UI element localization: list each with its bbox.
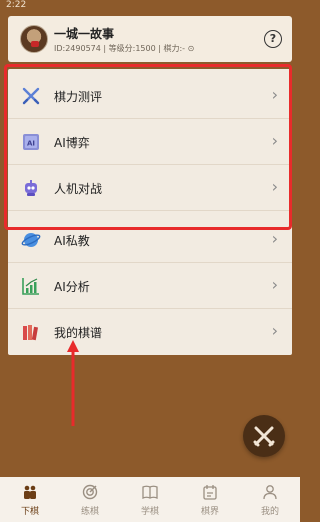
menu-item-label: AI私教	[54, 234, 90, 248]
bottom-tab-bar: 下棋 练棋 学棋 棋界 我的	[0, 477, 300, 522]
chevron-right-icon: ›	[271, 177, 278, 196]
tab-label: 棋界	[200, 507, 219, 517]
target-icon	[82, 484, 98, 500]
chevron-right-icon: ›	[271, 85, 278, 104]
tab-label: 练棋	[80, 507, 99, 517]
menu-item-label: 棋力测评	[54, 90, 103, 104]
tab-label: 学棋	[140, 507, 159, 517]
menu-item-label: 人机对战	[54, 182, 103, 196]
menu-item-vs-computer[interactable]: 人机对战 ›	[8, 165, 292, 211]
menu-item-label: AI博弈	[54, 136, 90, 150]
red-arrow-annotation	[67, 340, 79, 426]
planet-icon	[21, 233, 41, 247]
books-icon	[23, 325, 39, 341]
crossed-swords-icon	[253, 426, 275, 447]
menu-panel: 棋力测评 › AI AI博弈 › 人机对战 › AI私教 › AI分析 › 我的…	[8, 69, 292, 355]
menu-item-ai-analysis[interactable]: AI分析 ›	[8, 263, 292, 309]
person-icon	[263, 485, 277, 500]
chevron-right-icon: ›	[271, 229, 278, 248]
tab-mine[interactable]: 我的	[240, 477, 300, 522]
status-time: 2:22	[6, 0, 27, 10]
robot-icon	[25, 180, 37, 196]
tab-learn[interactable]: 学棋	[120, 477, 180, 522]
tab-label: 我的	[260, 507, 279, 517]
chevron-right-icon: ›	[271, 275, 278, 294]
svg-text:AI: AI	[27, 140, 35, 148]
status-bar: 2:22	[0, 0, 300, 14]
menu-item-label: AI分析	[54, 280, 90, 294]
players-icon	[24, 485, 36, 499]
book-icon	[142, 485, 158, 499]
bar-chart-icon	[22, 278, 39, 295]
tab-play[interactable]: 下棋	[0, 477, 60, 522]
menu-item-ai-game[interactable]: AI AI博弈 ›	[8, 119, 292, 165]
ai-chip-icon: AI	[23, 134, 39, 150]
menu-item-ai-tutor[interactable]: AI私教 ›	[8, 217, 292, 263]
menu-item-my-records[interactable]: 我的棋谱 ›	[8, 309, 292, 355]
help-button[interactable]: ?	[264, 30, 282, 48]
calendar-icon	[203, 485, 217, 500]
avatar[interactable]	[20, 25, 48, 53]
chevron-right-icon: ›	[271, 131, 278, 150]
profile-card[interactable]: 一城一故事 ID:2490574 | 等级分:1500 | 棋力:- ⊙ ?	[8, 16, 292, 62]
crossed-swords-icon	[22, 87, 40, 105]
menu-item-skill-test[interactable]: 棋力测评 ›	[8, 73, 292, 119]
user-name: 一城一故事	[54, 27, 115, 41]
tab-practice[interactable]: 练棋	[60, 477, 120, 522]
user-meta: ID:2490574 | 等级分:1500 | 棋力:- ⊙	[54, 44, 195, 53]
tab-label: 下棋	[20, 507, 39, 517]
chevron-right-icon: ›	[271, 321, 278, 340]
floating-action-button[interactable]	[243, 415, 285, 457]
tab-community[interactable]: 棋界	[180, 477, 240, 522]
